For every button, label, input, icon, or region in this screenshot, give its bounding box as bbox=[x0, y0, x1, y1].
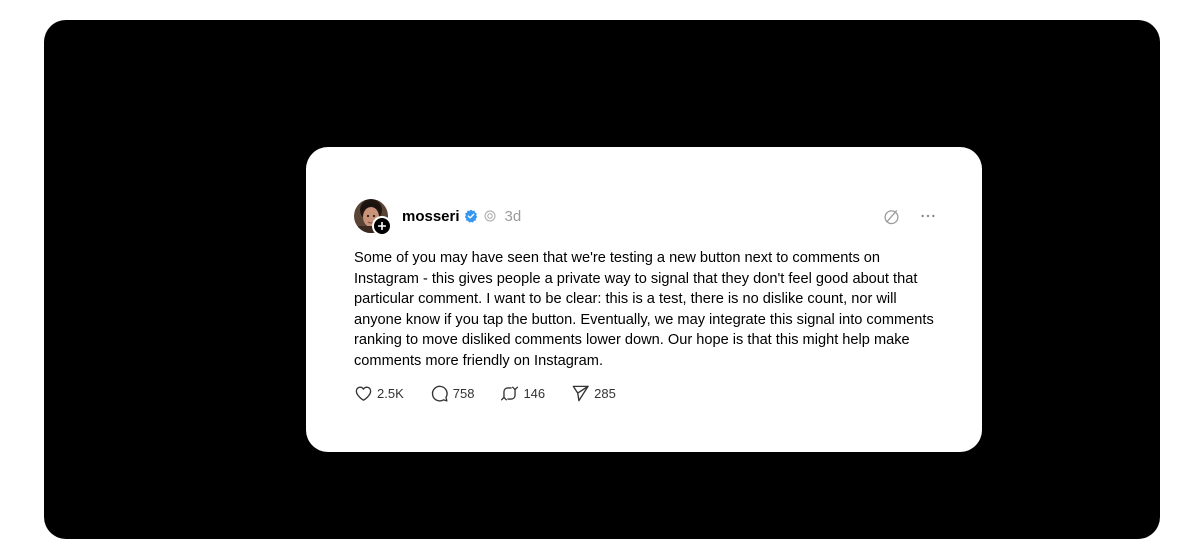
reply-count: 758 bbox=[452, 386, 475, 401]
avatar-container[interactable] bbox=[354, 199, 392, 236]
reply-button[interactable]: 758 bbox=[430, 384, 475, 403]
thread-post-card: mosseri 3d Some of you may have seen tha… bbox=[306, 147, 982, 452]
hide-icon[interactable] bbox=[883, 208, 900, 225]
repost-button[interactable]: 146 bbox=[500, 384, 545, 403]
like-count: 2.5K bbox=[377, 386, 404, 401]
plus-icon bbox=[378, 222, 386, 230]
like-button[interactable]: 2.5K bbox=[354, 384, 404, 403]
share-button[interactable]: 285 bbox=[571, 384, 616, 403]
post-text: Some of you may have seen that we're tes… bbox=[354, 250, 934, 369]
send-icon bbox=[572, 385, 589, 402]
header-actions bbox=[883, 208, 936, 225]
post-time: 3d bbox=[504, 207, 522, 225]
verified-badge-icon bbox=[464, 209, 477, 223]
post-actions: 2.5K 758 146 285 bbox=[354, 384, 642, 403]
post-header: mosseri 3d bbox=[354, 199, 936, 236]
comment-icon bbox=[431, 385, 448, 402]
repost-icon bbox=[501, 386, 519, 401]
follow-badge[interactable] bbox=[372, 216, 392, 236]
heart-icon bbox=[355, 386, 372, 401]
more-icon[interactable] bbox=[920, 208, 936, 224]
threads-icon bbox=[484, 210, 496, 222]
username[interactable]: mosseri bbox=[402, 208, 460, 225]
repost-count: 146 bbox=[523, 386, 546, 401]
background-frame: mosseri 3d Some of you may have seen tha… bbox=[44, 20, 1160, 539]
share-count: 285 bbox=[594, 386, 616, 401]
